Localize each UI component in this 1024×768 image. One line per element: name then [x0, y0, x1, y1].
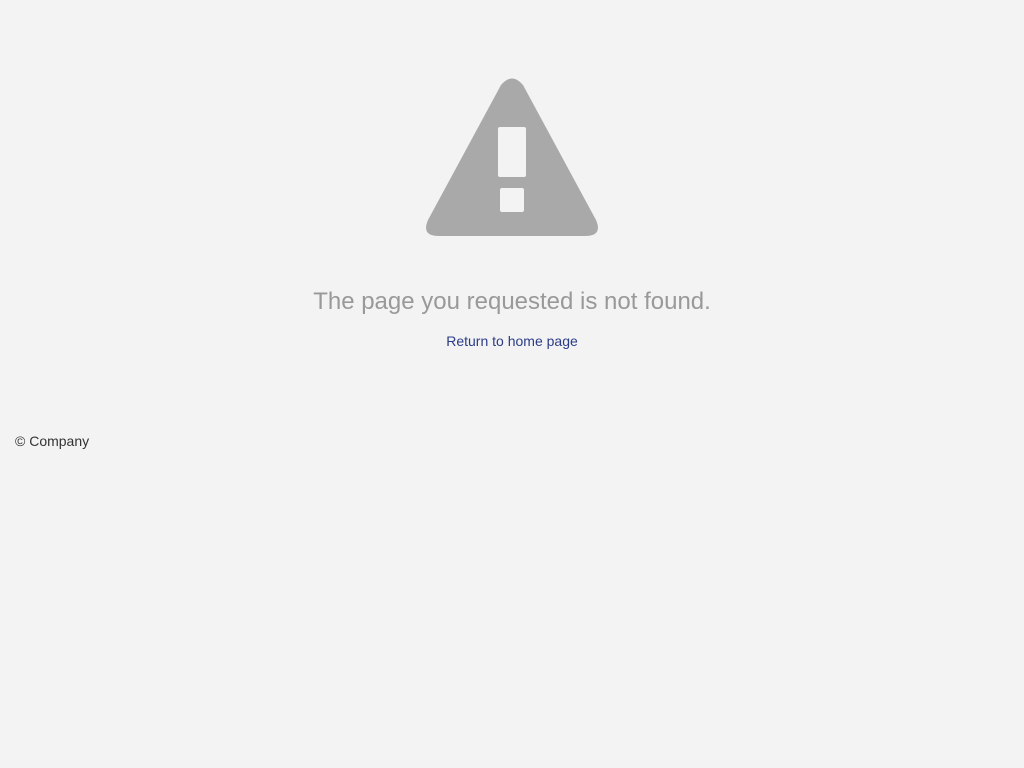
error-page: The page you requested is not found. Ret…: [0, 0, 1024, 768]
error-message: The page you requested is not found.: [313, 288, 711, 315]
warning-triangle-icon: [426, 78, 598, 236]
return-home-link[interactable]: Return to home page: [446, 333, 578, 349]
footer-copyright: © Company: [15, 433, 90, 449]
home-link-container: Return to home page: [0, 332, 1024, 350]
